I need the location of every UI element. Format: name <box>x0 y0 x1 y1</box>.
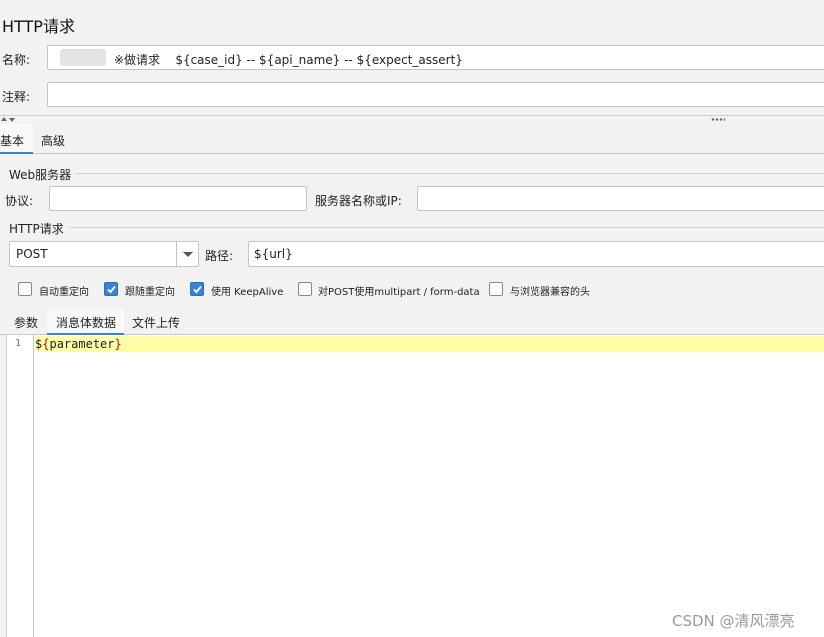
code-line: ${parameter} <box>35 336 122 352</box>
chevron-down-icon <box>183 252 193 257</box>
name-field-blur <box>60 49 106 66</box>
tab-file-upload-label: 文件上传 <box>132 316 181 330</box>
name-field[interactable]: ※做请求 ${case_id} -- ${api_name} -- ${expe… <box>47 45 824 70</box>
protocol-field[interactable] <box>49 186 307 211</box>
subtab-bar: 参数 消息体数据 文件上传 <box>0 309 824 335</box>
collapse-up-icon[interactable] <box>1 117 7 121</box>
follow-redirect-auto-checkbox[interactable] <box>18 282 32 296</box>
option-label: 跟随重定向 <box>125 287 175 298</box>
body-editor[interactable]: 1 ${parameter} <box>6 335 824 637</box>
tab-file-upload[interactable]: 文件上传 <box>124 309 188 335</box>
keepalive-checkbox[interactable] <box>190 282 204 296</box>
path-field[interactable]: ${url} <box>248 241 824 267</box>
server-label: 服务器名称或IP: <box>315 194 402 208</box>
method-dropdown-button[interactable] <box>176 242 199 266</box>
comment-field[interactable] <box>47 82 824 107</box>
path-value: ${url} <box>254 247 293 261</box>
option-label: 使用 KeepAlive <box>211 287 284 298</box>
grip-icon[interactable] <box>711 118 725 121</box>
checkmark-icon <box>107 285 116 294</box>
tab-body-data[interactable]: 消息体数据 <box>47 309 124 335</box>
web-server-divider <box>76 173 824 174</box>
method-select[interactable]: POST <box>9 241 199 267</box>
multipart-checkbox[interactable] <box>298 282 312 296</box>
tab-basic[interactable]: 基本 <box>0 124 33 154</box>
code-variable: parameter <box>49 337 115 351</box>
line-number: 1 <box>14 338 21 349</box>
splitter[interactable] <box>0 115 824 123</box>
name-label: 名称: <box>2 53 31 67</box>
server-field[interactable] <box>417 186 824 211</box>
tab-bar: 基本 高级 <box>0 124 824 154</box>
tab-advanced-label: 高级 <box>41 134 66 148</box>
code-brace-close: } <box>114 337 122 351</box>
option-label: 对POST使用multipart / form-data <box>318 287 480 298</box>
http-request-legend: HTTP请求 <box>9 222 64 236</box>
page-title: HTTP请求 <box>2 17 75 36</box>
tab-advanced[interactable]: 高级 <box>33 124 71 154</box>
current-line-highlight <box>35 336 824 352</box>
tab-body-data-label: 消息体数据 <box>56 316 117 330</box>
checkmark-icon <box>193 285 202 294</box>
collapse-down-icon[interactable] <box>9 118 15 122</box>
option-label: 与浏览器兼容的头 <box>510 287 590 298</box>
watermark: CSDN @清风漂亮 <box>672 612 795 630</box>
editor-gutter: 1 <box>7 335 34 637</box>
method-value: POST <box>16 247 48 261</box>
comment-label: 注释: <box>2 90 31 104</box>
protocol-label: 协议: <box>5 194 34 208</box>
follow-redirects-checkbox[interactable] <box>104 282 118 296</box>
option-label: 自动重定向 <box>39 287 89 298</box>
path-label: 路径: <box>205 249 234 263</box>
tab-params-label: 参数 <box>14 316 39 330</box>
tab-basic-label: 基本 <box>0 134 25 148</box>
http-request-divider <box>69 227 824 228</box>
tab-params[interactable]: 参数 <box>8 309 46 335</box>
web-server-legend: Web服务器 <box>9 168 72 182</box>
name-value: ※做请求 ${case_id} -- ${api_name} -- ${expe… <box>114 53 463 67</box>
browser-headers-checkbox[interactable] <box>489 282 503 296</box>
